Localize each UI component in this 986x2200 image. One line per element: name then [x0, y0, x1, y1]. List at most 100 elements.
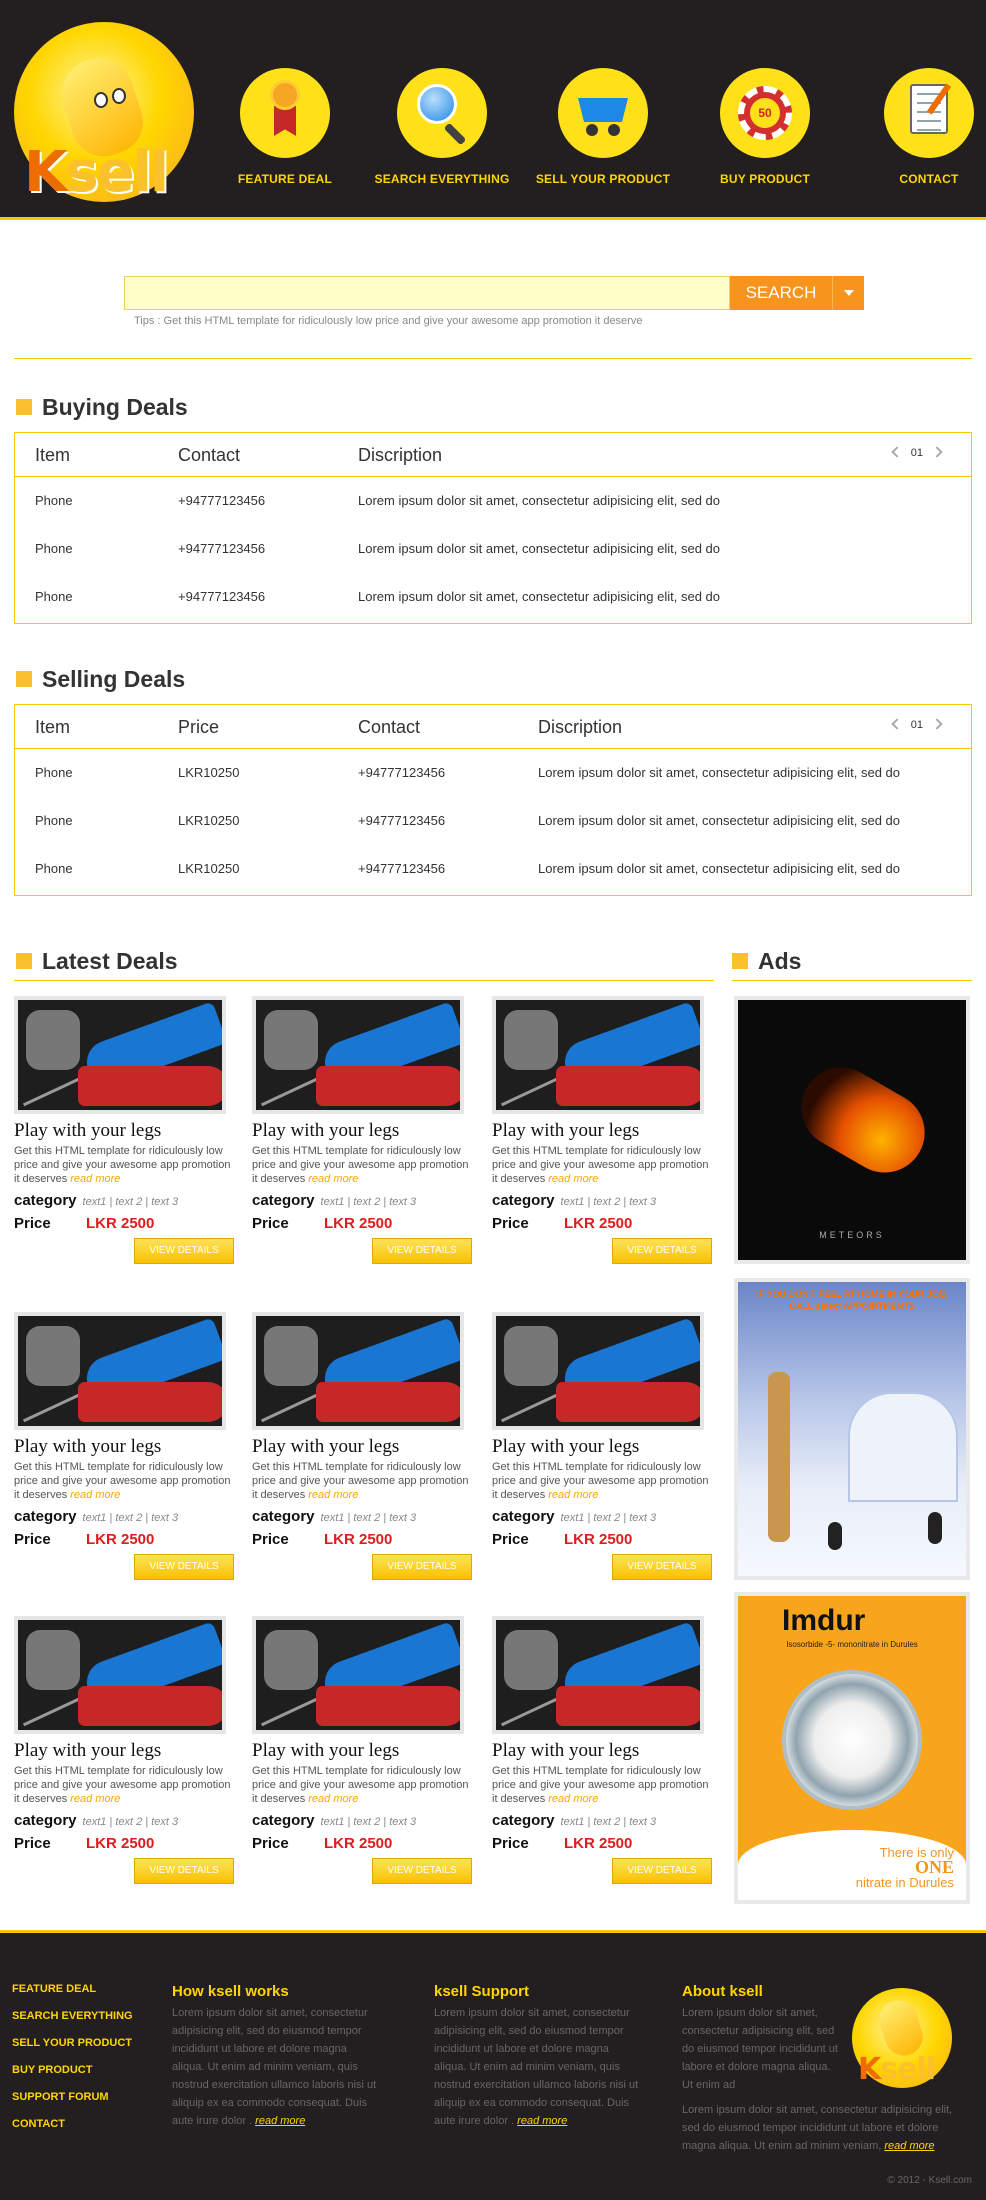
- view-details-button[interactable]: VIEW DETAILS: [372, 1858, 472, 1884]
- footer-link[interactable]: SUPPORT FORUM: [12, 2091, 133, 2103]
- product-image[interactable]: [14, 1312, 226, 1430]
- price-label: Price: [14, 1531, 51, 1548]
- deal-card[interactable]: Play with your legs Get this HTML templat…: [492, 1616, 712, 1884]
- footer-link[interactable]: BUY PRODUCT: [12, 2064, 133, 2076]
- category-tags[interactable]: text1 | text 2 | text 3: [561, 1196, 657, 1208]
- chevron-left-icon[interactable]: [891, 446, 903, 458]
- nav-contact[interactable]: CONTACT: [854, 68, 986, 186]
- card-title[interactable]: Play with your legs: [14, 1436, 234, 1458]
- cell-item: Phone: [35, 589, 73, 604]
- deal-card[interactable]: Play with your legs Get this HTML templat…: [14, 996, 234, 1264]
- card-description: Get this HTML template for ridiculously …: [492, 1144, 712, 1186]
- category-tags[interactable]: text1 | text 2 | text 3: [83, 1196, 179, 1208]
- deal-card[interactable]: Play with your legs Get this HTML templat…: [14, 1616, 234, 1884]
- product-image[interactable]: [252, 996, 464, 1114]
- search-button[interactable]: SEARCH: [730, 276, 832, 310]
- read-more-link[interactable]: read more: [70, 1173, 120, 1185]
- product-image[interactable]: [492, 996, 704, 1114]
- nav-feature-deal[interactable]: FEATURE DEAL: [210, 68, 360, 186]
- read-more-link[interactable]: read more: [548, 1793, 598, 1805]
- person-icon: [264, 1010, 318, 1070]
- read-more-link[interactable]: read more: [70, 1793, 120, 1805]
- view-details-button[interactable]: VIEW DETAILS: [134, 1858, 234, 1884]
- card-title[interactable]: Play with your legs: [14, 1120, 234, 1142]
- shoe-icon: [316, 1066, 460, 1106]
- footer-link[interactable]: CONTACT: [12, 2118, 133, 2130]
- card-category: category text1 | text 2 | text 3: [252, 1812, 472, 1829]
- product-image[interactable]: [14, 1616, 226, 1734]
- category-tags[interactable]: text1 | text 2 | text 3: [321, 1512, 417, 1524]
- table-row[interactable]: Phone LKR10250 +94777123456 Lorem ipsum …: [15, 797, 971, 845]
- card-category: category text1 | text 2 | text 3: [252, 1192, 472, 1209]
- deal-card[interactable]: Play with your legs Get this HTML templat…: [492, 996, 712, 1264]
- table-row[interactable]: Phone LKR10250 +94777123456 Lorem ipsum …: [15, 749, 971, 797]
- chevron-down-icon[interactable]: [832, 276, 864, 310]
- table-row[interactable]: Phone LKR10250 +94777123456 Lorem ipsum …: [15, 845, 971, 893]
- read-more-link[interactable]: read more: [308, 1793, 358, 1805]
- read-more-link[interactable]: read more: [548, 1489, 598, 1501]
- nav-sell-your-product[interactable]: SELL YOUR PRODUCT: [528, 68, 678, 186]
- read-more-link[interactable]: read more: [517, 2115, 567, 2127]
- footer-logo[interactable]: Ksell: [852, 1988, 952, 2088]
- deal-card[interactable]: Play with your legs Get this HTML templat…: [492, 1312, 712, 1580]
- view-details-button[interactable]: VIEW DETAILS: [372, 1238, 472, 1264]
- read-more-link[interactable]: read more: [308, 1173, 358, 1185]
- table-row[interactable]: Phone +94777123456 Lorem ipsum dolor sit…: [15, 525, 971, 573]
- read-more-link[interactable]: read more: [884, 2140, 934, 2152]
- category-tags[interactable]: text1 | text 2 | text 3: [321, 1816, 417, 1828]
- nav-search-everything[interactable]: SEARCH EVERYTHING: [367, 68, 517, 186]
- footer-col-text: Lorem ipsum dolor sit amet, consectetur …: [682, 2007, 838, 2091]
- product-image[interactable]: [252, 1312, 464, 1430]
- view-details-button[interactable]: VIEW DETAILS: [612, 1554, 712, 1580]
- footer-link[interactable]: SELL YOUR PRODUCT: [12, 2037, 133, 2049]
- read-more-link[interactable]: read more: [308, 1489, 358, 1501]
- ad-meteors[interactable]: METEORS: [734, 996, 970, 1264]
- table-row[interactable]: Phone +94777123456 Lorem ipsum dolor sit…: [15, 573, 971, 621]
- product-image[interactable]: [14, 996, 226, 1114]
- card-title[interactable]: Play with your legs: [252, 1740, 472, 1762]
- product-image[interactable]: [492, 1616, 704, 1734]
- card-title[interactable]: Play with your legs: [14, 1740, 234, 1762]
- chevron-right-icon[interactable]: [931, 446, 943, 458]
- deal-card[interactable]: Play with your legs Get this HTML templat…: [14, 1312, 234, 1580]
- category-tags[interactable]: text1 | text 2 | text 3: [321, 1196, 417, 1208]
- card-title[interactable]: Play with your legs: [492, 1436, 712, 1458]
- ad-tagline-line: nitrate in Durules: [855, 1875, 954, 1890]
- read-more-link[interactable]: read more: [255, 2115, 305, 2127]
- card-title[interactable]: Play with your legs: [492, 1740, 712, 1762]
- chevron-left-icon[interactable]: [891, 718, 903, 730]
- search-input[interactable]: [124, 276, 730, 310]
- category-tags[interactable]: text1 | text 2 | text 3: [561, 1816, 657, 1828]
- deal-card[interactable]: Play with your legs Get this HTML templat…: [252, 1312, 472, 1580]
- category-tags[interactable]: text1 | text 2 | text 3: [83, 1816, 179, 1828]
- nav-buy-product[interactable]: 50 BUY PRODUCT: [690, 68, 840, 186]
- logo[interactable]: Ksell: [14, 22, 194, 205]
- footer-support: ksell Support Lorem ipsum dolor sit amet…: [434, 1983, 639, 2130]
- read-more-link[interactable]: read more: [70, 1489, 120, 1501]
- view-details-button[interactable]: VIEW DETAILS: [134, 1238, 234, 1264]
- view-details-button[interactable]: VIEW DETAILS: [612, 1858, 712, 1884]
- ad-imdur[interactable]: Imdur Isosorbide -5- mononitrate in Duru…: [734, 1592, 970, 1904]
- card-title[interactable]: Play with your legs: [492, 1120, 712, 1142]
- read-more-link[interactable]: read more: [548, 1173, 598, 1185]
- cell-price: LKR10250: [178, 765, 240, 780]
- category-tags[interactable]: text1 | text 2 | text 3: [83, 1512, 179, 1524]
- view-details-button[interactable]: VIEW DETAILS: [612, 1238, 712, 1264]
- ad-select[interactable]: IF YOU DON'T FEEL AT HOME IN YOUR JOB, C…: [734, 1278, 970, 1580]
- view-details-button[interactable]: VIEW DETAILS: [372, 1554, 472, 1580]
- category-tags[interactable]: text1 | text 2 | text 3: [561, 1512, 657, 1524]
- footer-col-title: ksell Support: [434, 1983, 530, 2000]
- cell-description: Lorem ipsum dolor sit amet, consectetur …: [538, 813, 901, 828]
- view-details-button[interactable]: VIEW DETAILS: [134, 1554, 234, 1580]
- footer-link[interactable]: FEATURE DEAL: [12, 1983, 133, 1995]
- deal-card[interactable]: Play with your legs Get this HTML templat…: [252, 1616, 472, 1884]
- product-image[interactable]: [492, 1312, 704, 1430]
- footer-link[interactable]: SEARCH EVERYTHING: [12, 2010, 133, 2022]
- price-value: LKR 2500: [324, 1835, 393, 1852]
- card-title[interactable]: Play with your legs: [252, 1436, 472, 1458]
- table-row[interactable]: Phone +94777123456 Lorem ipsum dolor sit…: [15, 477, 971, 525]
- deal-card[interactable]: Play with your legs Get this HTML templat…: [252, 996, 472, 1264]
- card-title[interactable]: Play with your legs: [252, 1120, 472, 1142]
- chevron-right-icon[interactable]: [931, 718, 943, 730]
- product-image[interactable]: [252, 1616, 464, 1734]
